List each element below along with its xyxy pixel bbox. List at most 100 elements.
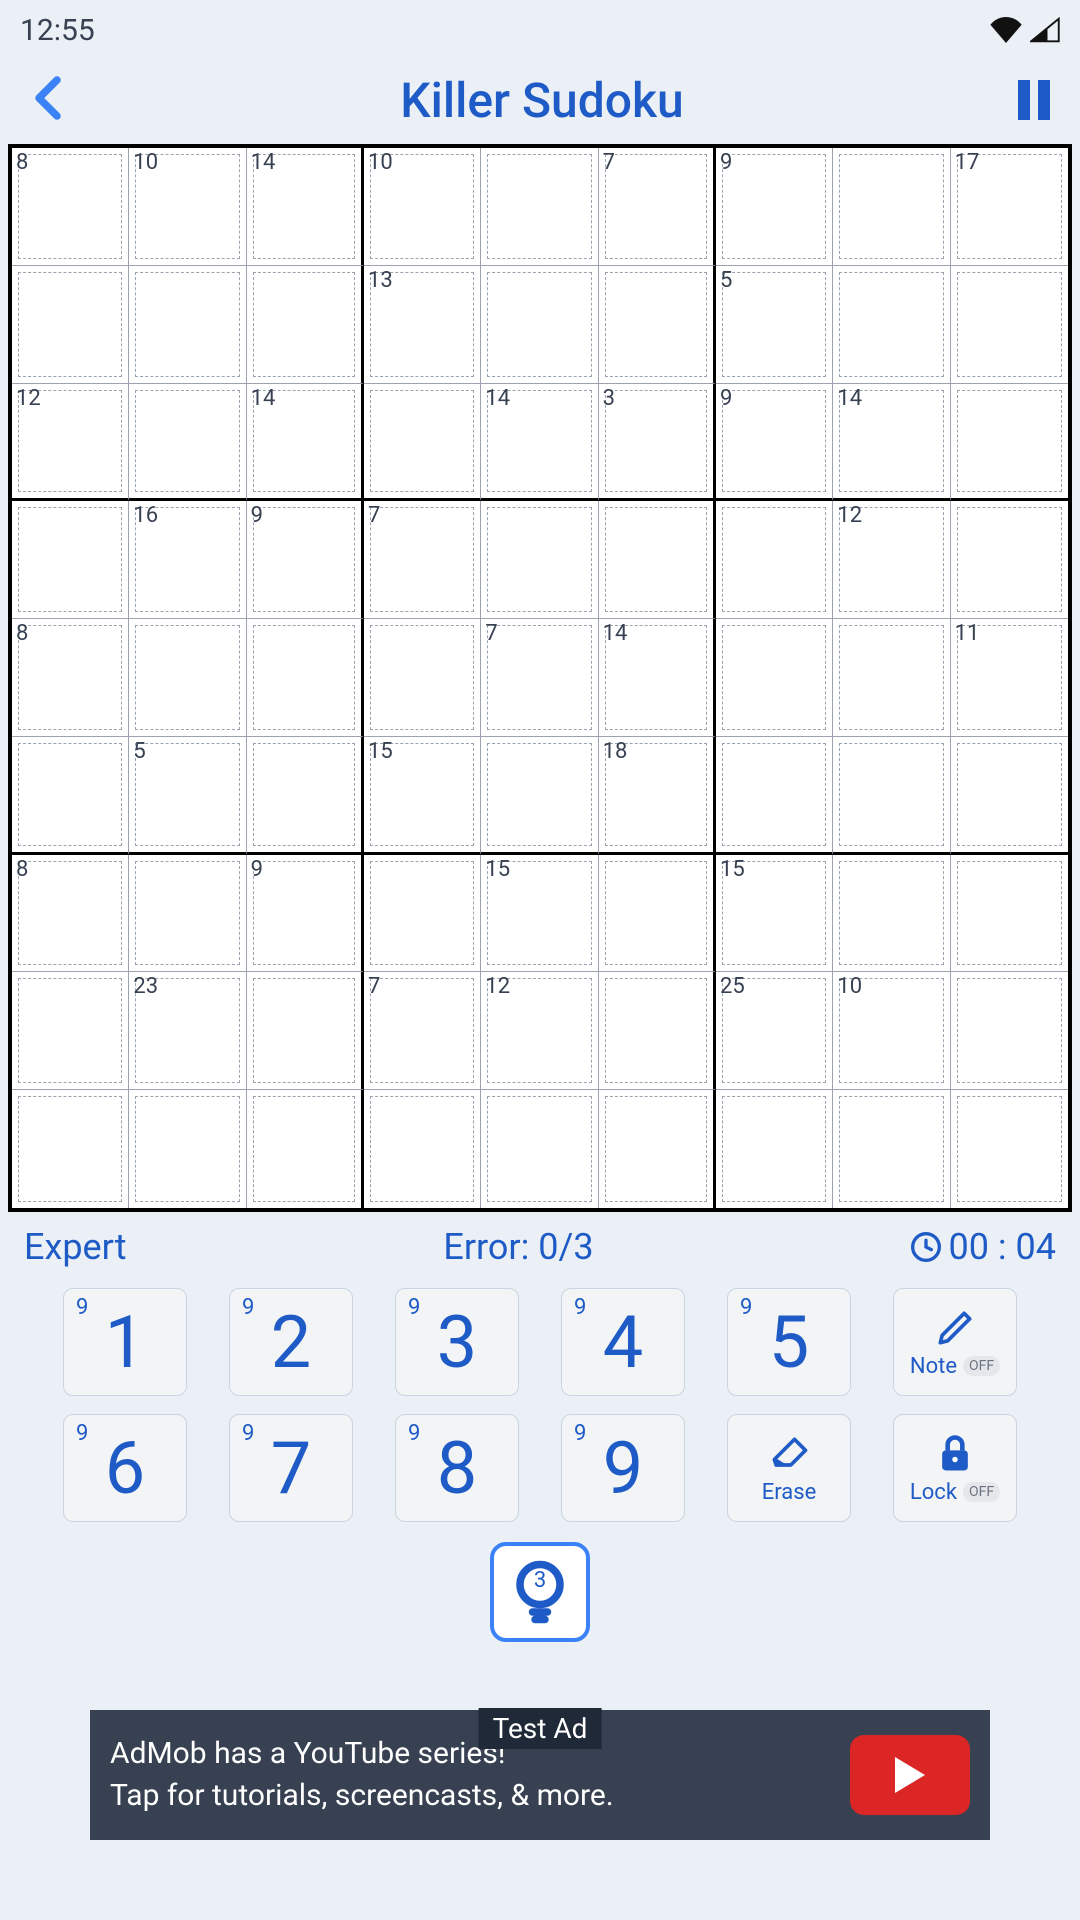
cell-5-4[interactable] xyxy=(481,737,598,855)
cell-0-2[interactable]: 14 xyxy=(247,148,364,266)
cell-4-7[interactable] xyxy=(833,619,950,737)
cell-8-2[interactable] xyxy=(247,1090,364,1208)
cell-2-7[interactable]: 14 xyxy=(833,384,950,502)
cell-0-8[interactable]: 17 xyxy=(951,148,1068,266)
cell-3-3[interactable]: 7 xyxy=(364,501,481,619)
cell-6-1[interactable] xyxy=(129,855,246,973)
num-4-button[interactable]: 94 xyxy=(561,1288,685,1396)
cell-0-4[interactable] xyxy=(481,148,598,266)
cell-8-5[interactable] xyxy=(599,1090,716,1208)
cell-5-5[interactable]: 18 xyxy=(599,737,716,855)
cell-1-4[interactable] xyxy=(481,266,598,384)
cell-1-5[interactable] xyxy=(599,266,716,384)
cell-2-5[interactable]: 3 xyxy=(599,384,716,502)
cell-3-8[interactable] xyxy=(951,501,1068,619)
cell-1-8[interactable] xyxy=(951,266,1068,384)
lock-button[interactable]: LockOFF xyxy=(893,1414,1017,1522)
num-6-button[interactable]: 96 xyxy=(63,1414,187,1522)
cage-sum: 14 xyxy=(251,150,276,175)
cell-4-0[interactable]: 8 xyxy=(12,619,129,737)
cell-7-1[interactable]: 23 xyxy=(129,972,246,1090)
hint-button[interactable]: 3 xyxy=(490,1542,590,1642)
cell-7-7[interactable]: 10 xyxy=(833,972,950,1090)
cell-8-4[interactable] xyxy=(481,1090,598,1208)
num-5-button[interactable]: 95 xyxy=(727,1288,851,1396)
erase-button[interactable]: Erase xyxy=(727,1414,851,1522)
cell-7-2[interactable] xyxy=(247,972,364,1090)
cell-3-1[interactable]: 16 xyxy=(129,501,246,619)
cell-7-6[interactable]: 25 xyxy=(716,972,833,1090)
cell-2-3[interactable] xyxy=(364,384,481,502)
cell-8-1[interactable] xyxy=(129,1090,246,1208)
cell-1-2[interactable] xyxy=(247,266,364,384)
back-button[interactable] xyxy=(30,74,66,126)
youtube-button[interactable] xyxy=(850,1735,970,1815)
cell-6-2[interactable]: 9 xyxy=(247,855,364,973)
cell-1-7[interactable] xyxy=(833,266,950,384)
cell-6-5[interactable] xyxy=(599,855,716,973)
cell-4-3[interactable] xyxy=(364,619,481,737)
cell-4-5[interactable]: 14 xyxy=(599,619,716,737)
cell-5-1[interactable]: 5 xyxy=(129,737,246,855)
cell-5-6[interactable] xyxy=(716,737,833,855)
cell-5-2[interactable] xyxy=(247,737,364,855)
num-2-button[interactable]: 92 xyxy=(229,1288,353,1396)
cage-outline xyxy=(253,743,355,846)
cell-5-7[interactable] xyxy=(833,737,950,855)
num-1-button[interactable]: 91 xyxy=(63,1288,187,1396)
cell-5-8[interactable] xyxy=(951,737,1068,855)
cell-3-2[interactable]: 9 xyxy=(247,501,364,619)
cell-1-0[interactable] xyxy=(12,266,129,384)
cell-2-4[interactable]: 14 xyxy=(481,384,598,502)
num-7-button[interactable]: 97 xyxy=(229,1414,353,1522)
cell-2-8[interactable] xyxy=(951,384,1068,502)
cell-7-3[interactable]: 7 xyxy=(364,972,481,1090)
cell-4-2[interactable] xyxy=(247,619,364,737)
cell-3-4[interactable] xyxy=(481,501,598,619)
cell-6-4[interactable]: 15 xyxy=(481,855,598,973)
cell-3-5[interactable] xyxy=(599,501,716,619)
cell-6-8[interactable] xyxy=(951,855,1068,973)
cell-7-4[interactable]: 12 xyxy=(481,972,598,1090)
cell-4-8[interactable]: 11 xyxy=(951,619,1068,737)
cell-3-7[interactable]: 12 xyxy=(833,501,950,619)
cell-8-0[interactable] xyxy=(12,1090,129,1208)
cell-8-8[interactable] xyxy=(951,1090,1068,1208)
cell-6-0[interactable]: 8 xyxy=(12,855,129,973)
cell-2-6[interactable]: 9 xyxy=(716,384,833,502)
cell-4-6[interactable] xyxy=(716,619,833,737)
cell-6-7[interactable] xyxy=(833,855,950,973)
ad-banner[interactable]: Test Ad AdMob has a YouTube series! Tap … xyxy=(90,1710,990,1840)
cell-5-3[interactable]: 15 xyxy=(364,737,481,855)
cell-4-4[interactable]: 7 xyxy=(481,619,598,737)
cell-7-5[interactable] xyxy=(599,972,716,1090)
cell-5-0[interactable] xyxy=(12,737,129,855)
num-9-button[interactable]: 99 xyxy=(561,1414,685,1522)
cell-0-7[interactable] xyxy=(833,148,950,266)
cell-2-1[interactable] xyxy=(129,384,246,502)
cell-8-3[interactable] xyxy=(364,1090,481,1208)
cell-3-0[interactable] xyxy=(12,501,129,619)
num-8-button[interactable]: 98 xyxy=(395,1414,519,1522)
cell-1-6[interactable]: 5 xyxy=(716,266,833,384)
cell-0-5[interactable]: 7 xyxy=(599,148,716,266)
cell-6-3[interactable] xyxy=(364,855,481,973)
cell-0-3[interactable]: 10 xyxy=(364,148,481,266)
cell-2-2[interactable]: 14 xyxy=(247,384,364,502)
cell-2-0[interactable]: 12 xyxy=(12,384,129,502)
cell-8-6[interactable] xyxy=(716,1090,833,1208)
cell-3-6[interactable] xyxy=(716,501,833,619)
pause-button[interactable] xyxy=(1018,80,1050,120)
cell-7-0[interactable] xyxy=(12,972,129,1090)
cell-0-0[interactable]: 8 xyxy=(12,148,129,266)
cell-6-6[interactable]: 15 xyxy=(716,855,833,973)
cell-1-1[interactable] xyxy=(129,266,246,384)
cell-8-7[interactable] xyxy=(833,1090,950,1208)
cell-4-1[interactable] xyxy=(129,619,246,737)
note-button[interactable]: NoteOFF xyxy=(893,1288,1017,1396)
cell-0-1[interactable]: 10 xyxy=(129,148,246,266)
cell-7-8[interactable] xyxy=(951,972,1068,1090)
cell-0-6[interactable]: 9 xyxy=(716,148,833,266)
cell-1-3[interactable]: 13 xyxy=(364,266,481,384)
num-3-button[interactable]: 93 xyxy=(395,1288,519,1396)
